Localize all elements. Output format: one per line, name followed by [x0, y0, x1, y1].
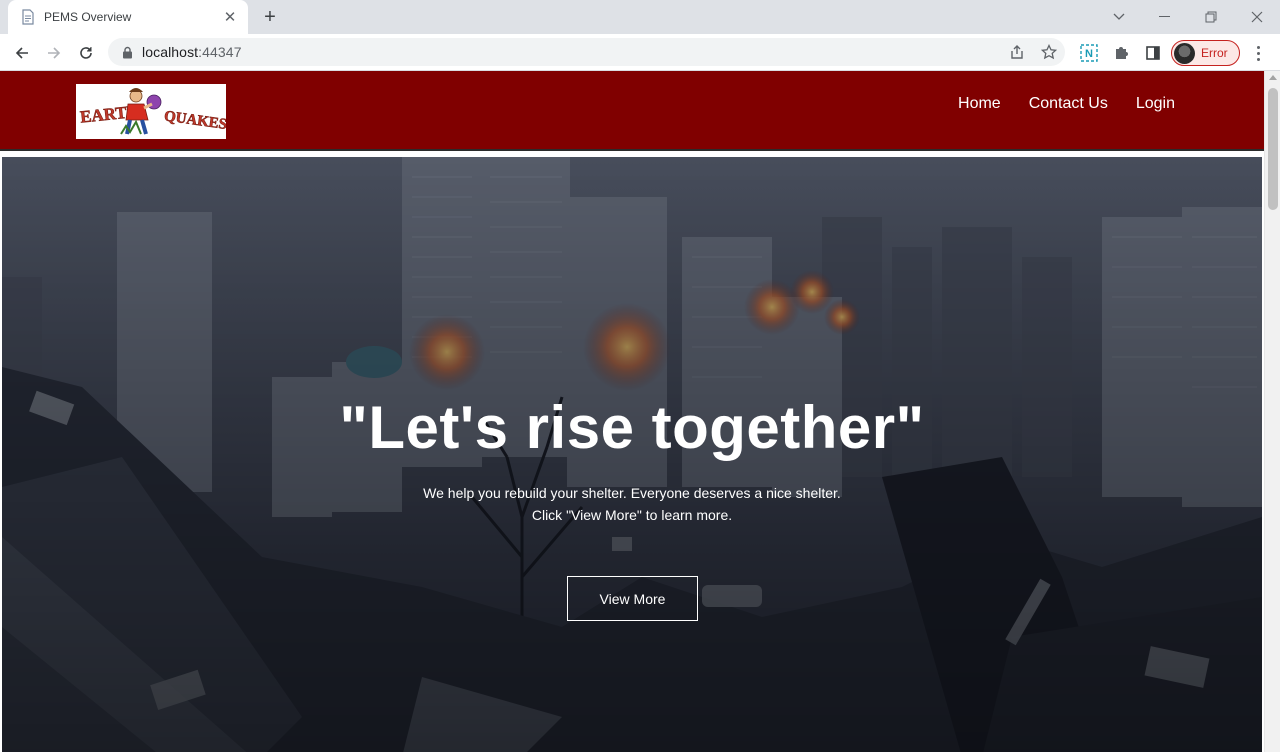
new-tab-icon[interactable]: +: [258, 6, 282, 28]
browser-menu-icon[interactable]: [1248, 42, 1268, 64]
hero-section: "Let's rise together" We help you rebuil…: [2, 157, 1262, 752]
profile-status-label: Error: [1201, 46, 1228, 60]
scroll-thumb[interactable]: [1268, 88, 1278, 210]
hero-subtitle-line-1: We help you rebuild your shelter. Everyo…: [423, 485, 841, 501]
hero-title: "Let's rise together": [339, 394, 925, 461]
nav-link-contact-us[interactable]: Contact Us: [1029, 95, 1108, 113]
site-header: EARTH QUAKES Home Contact Us Login: [0, 71, 1264, 151]
close-tab-icon[interactable]: ✕: [222, 9, 238, 26]
site-nav: Home Contact Us Login: [958, 95, 1175, 113]
avatar: [1174, 42, 1195, 64]
scroll-up-arrow-icon[interactable]: [1269, 75, 1277, 80]
url-port: :44347: [198, 44, 242, 60]
forward-icon[interactable]: [40, 39, 68, 67]
browser-tabstrip: PEMS Overview ✕ +: [0, 0, 1280, 34]
tab-search-icon[interactable]: [1096, 0, 1142, 34]
svg-text:N: N: [1085, 48, 1093, 60]
page-viewport: EARTH QUAKES Home Contact Us Login "Let'…: [0, 71, 1264, 752]
browser-tab[interactable]: PEMS Overview ✕: [8, 0, 248, 34]
close-window-icon[interactable]: [1234, 0, 1280, 34]
url-host: localhost: [142, 44, 199, 60]
page-icon: [20, 9, 36, 25]
site-logo[interactable]: EARTH QUAKES: [76, 84, 226, 139]
restore-icon[interactable]: [1188, 0, 1234, 34]
address-bar[interactable]: localhost:44347: [108, 38, 1065, 66]
back-icon[interactable]: [8, 39, 36, 67]
profile-button[interactable]: Error: [1171, 40, 1240, 66]
reload-icon[interactable]: [72, 39, 100, 67]
browser-toolbar: localhost:44347 N Error: [0, 34, 1280, 71]
nav-link-home[interactable]: Home: [958, 95, 1001, 113]
share-icon[interactable]: [1007, 42, 1027, 62]
hero-subtitle-line-2: Click "View More" to learn more.: [531, 507, 733, 523]
view-more-button[interactable]: View More: [567, 576, 698, 621]
tab-title: PEMS Overview: [44, 10, 132, 24]
lock-icon[interactable]: [120, 45, 134, 59]
page-scrollbar[interactable]: [1264, 71, 1280, 752]
extension-n-icon[interactable]: N: [1078, 42, 1100, 64]
bookmark-star-icon[interactable]: [1039, 42, 1059, 62]
side-panel-icon[interactable]: [1142, 42, 1164, 64]
nav-link-login[interactable]: Login: [1136, 95, 1175, 113]
extensions-puzzle-icon[interactable]: [1110, 42, 1132, 64]
minimize-icon[interactable]: [1142, 0, 1188, 34]
